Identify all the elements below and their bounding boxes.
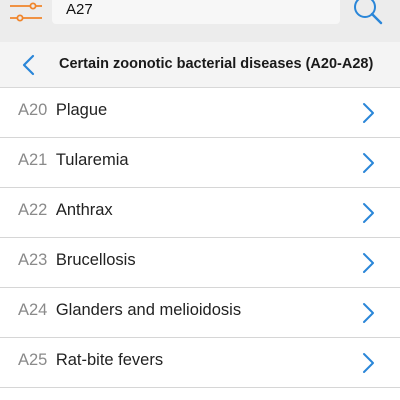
chevron-right-icon bbox=[363, 253, 374, 273]
list-item-text: A24 Glanders and melioidosis bbox=[18, 301, 241, 320]
disease-list: A20 Plague A21 Tularemia A22 Anthrax A23… bbox=[0, 88, 400, 388]
list-item[interactable]: A20 Plague bbox=[0, 88, 400, 138]
list-item-name: Plague bbox=[55, 101, 108, 119]
top-bar: A27 bbox=[0, 0, 400, 42]
list-item-code: A24 bbox=[18, 301, 48, 319]
list-item-name: Glanders and melioidosis bbox=[55, 301, 242, 319]
back-button[interactable] bbox=[18, 54, 40, 76]
list-item-text: A20 Plague bbox=[18, 101, 107, 120]
chevron-right-icon bbox=[363, 303, 374, 323]
list-item-code: A20 bbox=[18, 101, 48, 119]
search-button[interactable] bbox=[350, 0, 384, 26]
list-item-name: Rat-bite fevers bbox=[55, 351, 164, 369]
list-item-text: A25 Rat-bite fevers bbox=[18, 351, 163, 370]
list-item-text: A23 Brucellosis bbox=[18, 251, 136, 270]
list-item-name: Tularemia bbox=[55, 151, 129, 169]
search-input[interactable]: A27 bbox=[52, 0, 340, 24]
chevron-left-icon bbox=[22, 54, 35, 76]
chevron-right-icon bbox=[363, 203, 374, 223]
list-item[interactable]: A24 Glanders and melioidosis bbox=[0, 288, 400, 338]
chevron-right-icon bbox=[363, 103, 374, 123]
list-item-code: A22 bbox=[18, 201, 48, 219]
chevron-right-icon bbox=[363, 353, 374, 373]
sliders-icon bbox=[10, 2, 42, 22]
list-item[interactable]: A21 Tularemia bbox=[0, 138, 400, 188]
page-title: Certain zoonotic bacterial diseases (A20… bbox=[59, 56, 374, 72]
list-item-text: A22 Anthrax bbox=[18, 201, 113, 220]
list-item-name: Anthrax bbox=[55, 201, 113, 219]
list-item-text: A21 Tularemia bbox=[18, 151, 129, 170]
list-item-code: A21 bbox=[18, 151, 48, 169]
category-header: Certain zoonotic bacterial diseases (A20… bbox=[0, 42, 400, 88]
search-icon bbox=[354, 0, 383, 25]
list-item[interactable]: A25 Rat-bite fevers bbox=[0, 338, 400, 388]
list-item[interactable]: A23 Brucellosis bbox=[0, 238, 400, 288]
filter-button[interactable] bbox=[6, 0, 46, 26]
list-item-code: A25 bbox=[18, 351, 48, 369]
list-item[interactable]: A22 Anthrax bbox=[0, 188, 400, 238]
chevron-right-icon bbox=[363, 153, 374, 173]
list-item-name: Brucellosis bbox=[55, 251, 136, 269]
list-item-code: A23 bbox=[18, 251, 48, 269]
